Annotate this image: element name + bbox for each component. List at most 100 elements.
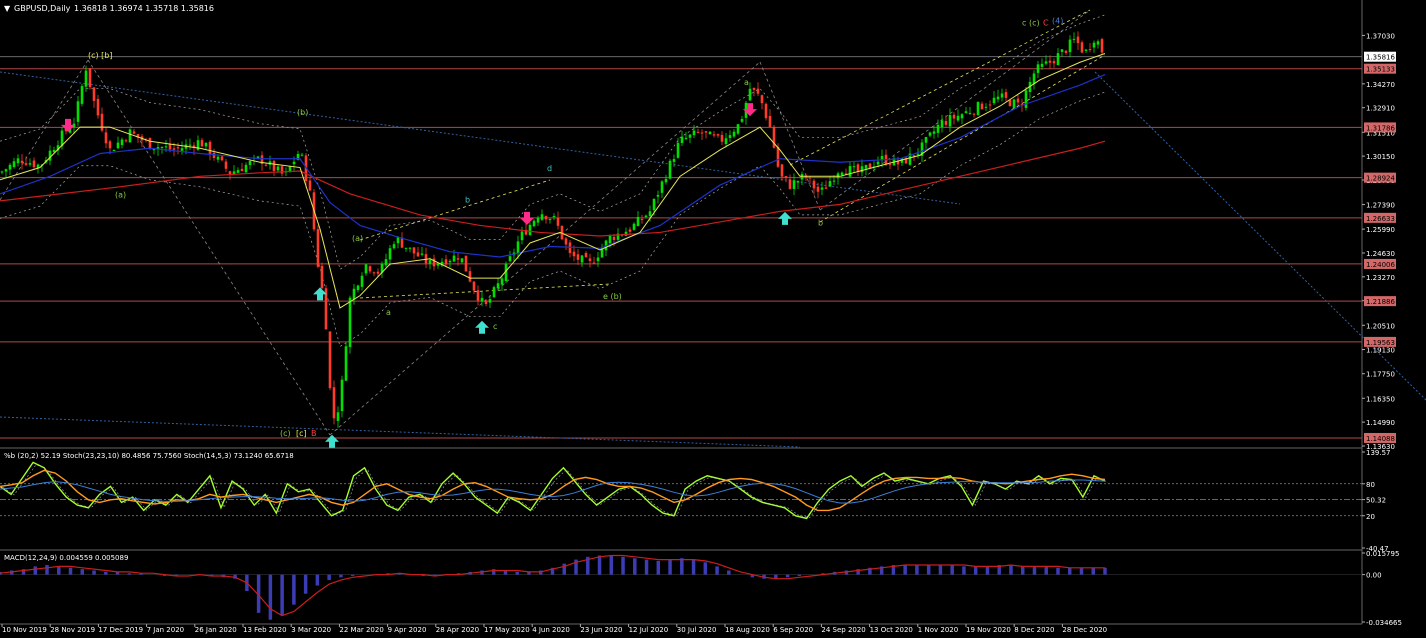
time-tick-label: 6 Sep 2020 <box>773 626 813 634</box>
candle-body <box>784 176 788 179</box>
candle-body <box>344 346 348 381</box>
candle-body <box>808 177 812 179</box>
candle-body <box>760 95 764 104</box>
wave-label: (a) <box>352 234 363 243</box>
time-tick-label: 18 Aug 2020 <box>725 626 770 634</box>
candle-body <box>256 156 260 158</box>
wave-label: B <box>311 429 317 438</box>
candle-body <box>368 266 372 272</box>
candle-body <box>384 259 388 266</box>
candle-body <box>444 259 448 265</box>
candle-body <box>372 272 376 274</box>
candle-body <box>80 86 84 104</box>
chart-ohlc: 1.36818 1.36974 1.35718 1.35816 <box>74 4 214 13</box>
candle-body <box>332 387 336 419</box>
candle-body <box>588 258 592 262</box>
candle-body <box>640 218 644 220</box>
candle-body <box>360 275 364 287</box>
candle-body <box>352 288 356 300</box>
candle-body <box>1040 63 1044 67</box>
candle-body <box>28 163 32 165</box>
level-label: 1.24006 <box>1366 261 1395 269</box>
candle-body <box>476 290 480 301</box>
level-label: 1.35133 <box>1366 66 1395 74</box>
wave-label: (a) <box>115 190 126 199</box>
candle-body <box>404 247 408 249</box>
candle-body <box>652 198 656 211</box>
candle-body <box>532 220 536 227</box>
candle-body <box>556 217 560 226</box>
candle-body <box>976 102 980 115</box>
candle-body <box>224 161 228 169</box>
candle-body <box>428 260 432 264</box>
candle-body <box>376 271 380 274</box>
candle-body <box>316 229 320 267</box>
candle-body <box>664 178 668 183</box>
candle-body <box>696 131 700 133</box>
candle-body <box>96 98 100 116</box>
candle-body <box>448 260 452 263</box>
candle-body <box>480 297 484 302</box>
triangle-down-icon[interactable]: ▼ <box>4 4 11 13</box>
wave-label: a <box>386 308 391 317</box>
level-label: 1.28924 <box>1366 175 1395 183</box>
candle-body <box>948 114 952 127</box>
candle-body <box>668 160 672 179</box>
candle-body <box>328 331 332 389</box>
macd-tick-label: 0.00 <box>1366 572 1382 580</box>
current-price-label: 1.35816 <box>1366 54 1395 62</box>
candle-body <box>1048 60 1052 63</box>
candle-body <box>76 101 80 122</box>
wave-label: (c) [b] <box>88 51 113 60</box>
candle-body <box>592 262 596 264</box>
candle-body <box>392 244 396 249</box>
candle-body <box>928 132 932 136</box>
osc-tick-label: 139.57 <box>1366 449 1391 457</box>
candle-body <box>84 70 88 87</box>
candle-body <box>412 247 416 254</box>
candle-body <box>1012 99 1016 109</box>
candle-body <box>684 137 688 139</box>
candle-body <box>540 214 544 220</box>
candle-body <box>596 257 600 262</box>
candle-body <box>452 255 456 262</box>
candle-body <box>860 166 864 173</box>
candle-body <box>92 87 96 101</box>
candle-body <box>12 161 16 168</box>
candle-body <box>116 142 120 149</box>
candle-body <box>248 160 252 165</box>
candle-body <box>988 104 992 106</box>
candle-body <box>656 195 660 197</box>
time-axis: 10 Nov 2019 28 Nov 2019 17 Dec 2019 7 Jan 2… <box>1 624 1107 634</box>
candle-body <box>688 134 692 138</box>
candle-body <box>680 136 684 144</box>
osc-tick-label: 20 <box>1366 513 1375 521</box>
candle-body <box>436 263 440 266</box>
candle-body <box>756 88 760 94</box>
candle-body <box>1024 90 1028 108</box>
candle-body <box>932 131 936 134</box>
trading-chart[interactable]: (c) [b] (b) (a) (a) (c) [c] Ba b c d e (b) a b c (c) C… <box>0 0 1426 638</box>
candle-body <box>732 131 736 137</box>
candle-body <box>812 180 816 189</box>
price-tick-label: 1.37030 <box>1366 32 1395 40</box>
candle-body <box>828 181 832 187</box>
candle-body <box>32 160 36 168</box>
candle-body <box>676 143 680 158</box>
candle-body <box>364 264 368 274</box>
candle-body <box>788 179 792 189</box>
candle-body <box>24 163 28 165</box>
time-tick-label: 28 Dec 2020 <box>1062 626 1107 634</box>
candle-body <box>824 187 828 189</box>
time-tick-label: 12 Jul 2020 <box>629 626 669 634</box>
candle-body <box>888 164 892 166</box>
wave-label: b <box>818 218 823 227</box>
candle-body <box>236 170 240 173</box>
candle-body <box>1036 64 1040 73</box>
candle-body <box>776 146 780 167</box>
candle-body <box>736 124 740 134</box>
candle-body <box>936 124 940 133</box>
candle-body <box>528 224 532 235</box>
macd-header: MACD(12,24,9) 0.004559 0.005089 <box>4 554 128 562</box>
wave-label: d <box>547 164 552 173</box>
